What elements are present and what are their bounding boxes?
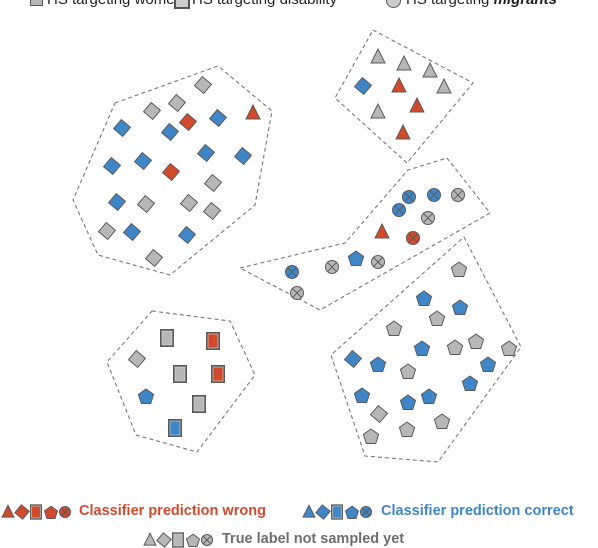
pentagon-marker [399, 394, 417, 410]
triangle-marker [374, 222, 390, 239]
triangle-marker [391, 76, 407, 93]
pentagon-marker [413, 340, 431, 356]
circle-x-legend-icon [58, 505, 72, 519]
triangle-marker [396, 54, 412, 71]
diamond-marker [193, 75, 213, 95]
circle-x-marker [421, 211, 435, 225]
diamond-legend-icon [315, 504, 331, 520]
pentagon-marker [137, 388, 155, 404]
triangle-legend-icon [302, 504, 316, 518]
diamond-marker [144, 248, 164, 268]
diamond-marker [177, 225, 197, 245]
pentagon-marker [385, 320, 403, 336]
circle-x-marker [285, 265, 299, 279]
pentagon-marker [347, 250, 365, 266]
diamond-marker [112, 118, 132, 138]
triangle-marker [245, 103, 261, 120]
rectangle-marker [173, 365, 187, 383]
pentagon-marker [450, 261, 468, 277]
diamond-marker [208, 108, 228, 128]
pentagon-marker [369, 356, 387, 372]
cluster-outline [334, 29, 474, 164]
triangle-marker [436, 77, 452, 94]
circle-x-legend-icon [359, 505, 373, 519]
circle-x-marker [427, 188, 441, 202]
triangle-marker [409, 96, 425, 113]
pentagon-marker [500, 340, 518, 356]
triangle-legend-icon [1, 504, 15, 518]
circle-x-marker [325, 260, 339, 274]
diamond-marker [160, 122, 180, 142]
triangle-legend-icon [143, 532, 157, 546]
diamond-legend-icon [14, 504, 30, 520]
diamond-marker [353, 76, 373, 96]
legend-unsampled-label: True label not sampled yet [222, 531, 405, 547]
triangle-marker [422, 61, 438, 78]
diamond-marker [343, 349, 363, 369]
diamond-marker [179, 193, 199, 213]
pentagon-legend-icon [43, 505, 59, 519]
circle-x-marker [392, 203, 406, 217]
circle-x-marker [402, 190, 416, 204]
circle-x-marker [371, 255, 385, 269]
diamond-marker [196, 143, 216, 163]
triangle-marker [370, 47, 386, 64]
diamond-marker [203, 173, 223, 193]
pentagon-marker [479, 356, 497, 372]
pentagon-marker [415, 290, 433, 306]
circle-x-marker [290, 286, 304, 300]
diamond-legend-icon [156, 532, 172, 548]
triangle-marker [395, 123, 411, 140]
diamond-marker [202, 201, 222, 221]
pentagon-marker [446, 339, 464, 355]
rectangle-marker [160, 329, 174, 347]
pentagon-marker [353, 387, 371, 403]
diamond-marker [142, 101, 162, 121]
circle-x-legend-icon [200, 533, 214, 547]
rectangle-legend-icon [30, 504, 42, 520]
diamond-marker [102, 156, 122, 176]
cluster-outline [238, 157, 491, 311]
pentagon-marker [399, 363, 417, 379]
diamond-marker [178, 112, 198, 132]
pentagon-marker [428, 310, 446, 326]
legend-correct-label: Classifier prediction correct [381, 503, 574, 519]
diamond-marker [369, 404, 389, 424]
pentagon-marker [420, 388, 438, 404]
rectangle-marker [211, 365, 225, 383]
diamond-marker [161, 162, 181, 182]
pentagon-legend-icon [344, 505, 360, 519]
diamond-marker [107, 192, 127, 212]
rectangle-marker [168, 419, 182, 437]
pentagon-marker [451, 299, 469, 315]
rectangle-marker [206, 332, 220, 350]
pentagon-marker [362, 428, 380, 444]
pentagon-marker [433, 413, 451, 429]
pentagon-marker [398, 421, 416, 437]
rectangle-legend-icon [331, 504, 343, 520]
pentagon-marker [461, 375, 479, 391]
diamond-marker [127, 349, 147, 369]
rectangle-legend-icon [172, 532, 184, 548]
pentagon-marker [467, 333, 485, 349]
triangle-marker [370, 102, 386, 119]
diamond-marker [167, 93, 187, 113]
diamond-marker [136, 194, 156, 214]
pentagon-legend-icon [185, 533, 201, 547]
diamond-marker [133, 151, 153, 171]
diamond-marker [233, 146, 253, 166]
diamond-marker [122, 222, 142, 242]
diamond-marker [97, 221, 117, 241]
legend-wrong-label: Classifier prediction wrong [79, 503, 266, 519]
rectangle-marker [192, 395, 206, 413]
circle-x-marker [406, 231, 420, 245]
cluster-diagram [1, 29, 522, 548]
circle-x-marker [451, 188, 465, 202]
